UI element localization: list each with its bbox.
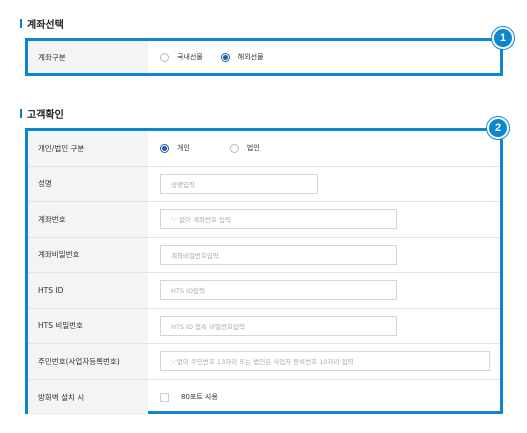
account-select-box: 계좌구분 국내선물 해외선물 [25,38,503,76]
row-firewall: 방화벽 설치 시 80포트 사용 [28,379,500,415]
account-section-title: 계좌선택 [20,16,64,31]
radio-domestic-futures[interactable]: 국내선물 [160,52,203,62]
account-password-label: 계좌비밀번호 [28,237,148,272]
radio-individual-label: 개인 [177,144,190,153]
radio-corporate-label: 법인 [246,144,260,153]
step-badge-1: 1 [492,27,514,49]
customer-type-label: 개인/법인 구분 [28,131,148,166]
title-bar-marker [20,19,22,28]
row-account-password: 계좌비밀번호 계좌비밀번호입력 [28,237,500,273]
port-80-checkbox[interactable] [160,392,169,402]
hts-id-label: HTS ID [28,273,148,308]
row-hts-id: HTS ID HTS ID입력 [28,273,500,309]
customer-section-title: 고객확인 [20,106,64,121]
radio-domestic-futures-label: 국내선물 [177,53,203,61]
radio-corporate[interactable]: 법인 [229,143,260,153]
port-80-checkbox-label: 80포트 사용 [181,393,218,402]
radio-domestic-futures-circle[interactable] [160,52,169,62]
firewall-label: 방화벽 설치 시 [28,379,148,415]
row-account-number: 계좌번호 '-' 없이 계좌번호 입력 [28,202,500,238]
radio-individual-circle[interactable] [160,143,169,153]
name-input[interactable]: 성명입력 [160,173,318,194]
radio-individual[interactable]: 개인 [160,143,190,153]
account-section-title-text: 계좌선택 [27,20,64,31]
row-customer-type: 개인/법인 구분 개인 법인 [28,131,500,167]
step-badge-2: 2 [487,117,509,139]
hts-password-label: HTS 비밀번호 [28,308,148,343]
customer-section-title-text: 고객확인 [27,110,64,121]
account-number-label: 계좌번호 [28,202,148,237]
title-bar-marker [20,109,22,118]
customer-confirm-box: 개인/법인 구분 개인 법인 성명 성명입력 계좌번호 '-' 없이 계좌번호 … [25,128,503,415]
name-label: 성명 [28,166,148,201]
row-name: 성명 성명입력 [28,166,500,202]
radio-overseas-futures-label: 해외선물 [237,53,264,61]
row-hts-password: HTS 비밀번호 HTS ID 접속 비밀번호입력 [28,308,500,344]
radio-corporate-circle[interactable] [229,143,239,153]
account-type-label: 계좌구분 [28,41,148,73]
hts-password-input[interactable]: HTS ID 접속 비밀번호입력 [160,315,397,336]
row-resident-number: 주민번호(사업자등록번호) '-'없이 주민번호 13자리 또는 법인은 사업자… [28,344,500,380]
radio-overseas-futures-circle[interactable] [220,52,230,62]
account-number-input[interactable]: '-' 없이 계좌번호 입력 [160,209,397,230]
resident-number-input[interactable]: '-'없이 주민번호 13자리 또는 법인은 사업자 등록번호 10자리 입력 [160,351,490,372]
resident-number-label: 주민번호(사업자등록번호) [28,344,148,379]
account-password-input[interactable]: 계좌비밀번호입력 [160,244,397,265]
radio-overseas-futures[interactable]: 해외선물 [220,52,264,62]
hts-id-input[interactable]: HTS ID입력 [160,280,397,301]
